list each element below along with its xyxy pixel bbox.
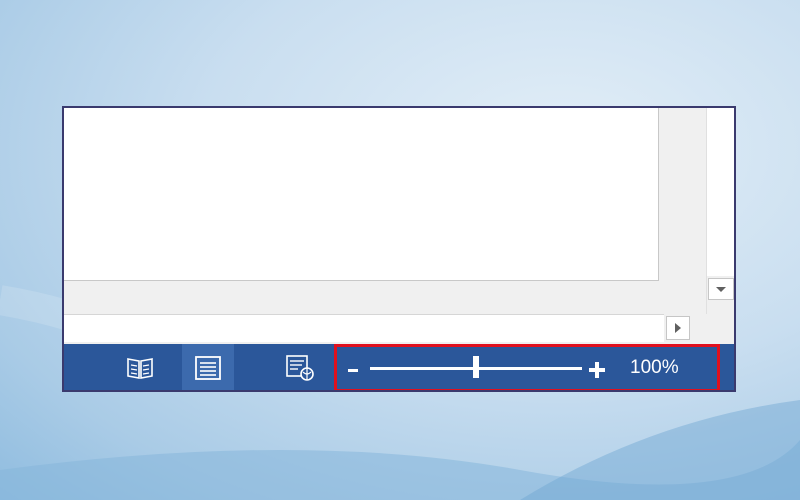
- web-layout-icon: [286, 355, 314, 381]
- scroll-down-arrow-icon: [716, 286, 726, 292]
- document-area[interactable]: [64, 108, 706, 314]
- web-layout-button[interactable]: [274, 344, 326, 390]
- horizontal-scrollbar[interactable]: [64, 314, 734, 344]
- scroll-down-button[interactable]: [708, 278, 734, 300]
- zoom-out-button[interactable]: [346, 364, 360, 376]
- read-mode-button[interactable]: [114, 344, 166, 390]
- horizontal-scroll-track[interactable]: [64, 314, 664, 342]
- vertical-scroll-track[interactable]: [707, 108, 734, 276]
- scroll-right-button[interactable]: [666, 316, 690, 340]
- zoom-slider-thumb[interactable]: [473, 356, 479, 378]
- word-window: 100%: [62, 106, 736, 392]
- print-layout-button[interactable]: [182, 344, 234, 390]
- status-bar: 100%: [64, 344, 734, 390]
- document-page[interactable]: [64, 108, 659, 281]
- zoom-out-icon: [348, 368, 358, 372]
- vertical-scrollbar[interactable]: [706, 108, 734, 314]
- zoom-level[interactable]: 100%: [630, 358, 700, 378]
- print-layout-icon: [195, 356, 221, 380]
- scroll-right-arrow-icon: [675, 323, 681, 333]
- zoom-in-button[interactable]: [589, 362, 605, 378]
- read-mode-icon: [127, 358, 153, 379]
